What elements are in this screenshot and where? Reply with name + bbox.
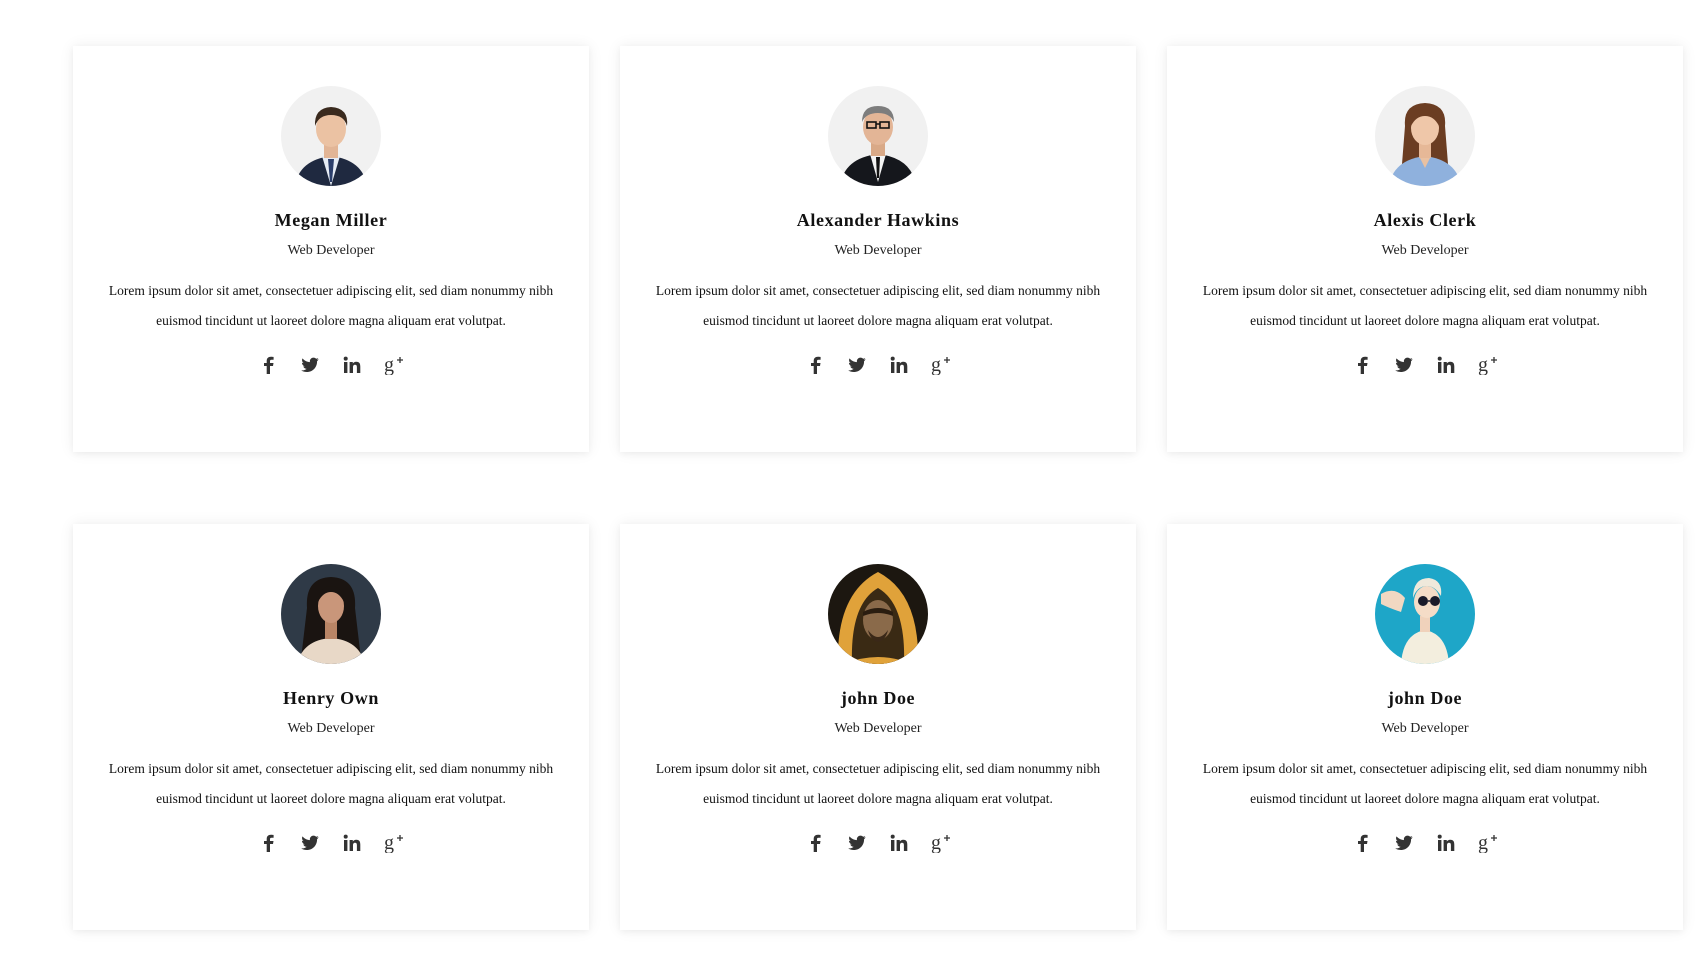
facebook-icon[interactable] — [803, 353, 827, 377]
social-links: g — [256, 831, 406, 855]
avatar — [828, 86, 928, 186]
member-bio: Lorem ipsum dolor sit amet, consectetuer… — [1202, 761, 1648, 806]
team-card: Alexander Hawkins Web Developer Lorem ip… — [620, 46, 1136, 452]
member-name: john Doe — [1387, 688, 1463, 708]
twitter-icon[interactable] — [298, 831, 322, 855]
svg-text:g: g — [1478, 833, 1488, 853]
team-grid: Megan Miller Web Developer Lorem ipsum d… — [73, 46, 1683, 930]
google-plus-icon[interactable]: g — [929, 831, 953, 855]
twitter-icon[interactable] — [298, 353, 322, 377]
google-plus-icon[interactable]: g — [382, 353, 406, 377]
google-plus-icon[interactable]: g — [929, 353, 953, 377]
linkedin-icon[interactable] — [1434, 831, 1458, 855]
svg-text:g: g — [931, 355, 941, 375]
member-role: Web Developer — [1381, 721, 1469, 736]
social-links: g — [803, 353, 953, 377]
member-role: Web Developer — [834, 721, 922, 736]
facebook-icon[interactable] — [1350, 353, 1374, 377]
avatar — [1375, 86, 1475, 186]
team-card: Alexis Clerk Web Developer Lorem ipsum d… — [1167, 46, 1683, 452]
social-links: g — [256, 353, 406, 377]
member-bio: Lorem ipsum dolor sit amet, consectetuer… — [108, 761, 554, 806]
twitter-icon[interactable] — [1392, 831, 1416, 855]
twitter-icon[interactable] — [1392, 353, 1416, 377]
member-role: Web Developer — [287, 243, 375, 258]
member-name: Megan Miller — [274, 210, 388, 230]
svg-text:g: g — [384, 833, 394, 853]
facebook-icon[interactable] — [1350, 831, 1374, 855]
google-plus-icon[interactable]: g — [1476, 353, 1500, 377]
team-card: john Doe Web Developer Lorem ipsum dolor… — [1167, 524, 1683, 930]
svg-text:g: g — [1478, 355, 1488, 375]
member-bio: Lorem ipsum dolor sit amet, consectetuer… — [655, 761, 1101, 806]
member-bio: Lorem ipsum dolor sit amet, consectetuer… — [655, 283, 1101, 328]
avatar — [281, 564, 381, 664]
facebook-icon[interactable] — [256, 831, 280, 855]
member-bio: Lorem ipsum dolor sit amet, consectetuer… — [108, 283, 554, 328]
avatar — [828, 564, 928, 664]
twitter-icon[interactable] — [845, 353, 869, 377]
svg-text:g: g — [931, 833, 941, 853]
member-name: john Doe — [840, 688, 916, 708]
social-links: g — [803, 831, 953, 855]
member-bio: Lorem ipsum dolor sit amet, consectetuer… — [1202, 283, 1648, 328]
linkedin-icon[interactable] — [887, 353, 911, 377]
member-role: Web Developer — [1381, 243, 1469, 258]
facebook-icon[interactable] — [256, 353, 280, 377]
member-role: Web Developer — [287, 721, 375, 736]
svg-text:g: g — [384, 355, 394, 375]
avatar — [1375, 564, 1475, 664]
avatar — [281, 86, 381, 186]
member-name: Henry Own — [283, 688, 379, 708]
linkedin-icon[interactable] — [1434, 353, 1458, 377]
member-name: Alexander Hawkins — [796, 210, 960, 230]
facebook-icon[interactable] — [803, 831, 827, 855]
social-links: g — [1350, 831, 1500, 855]
member-name: Alexis Clerk — [1373, 210, 1477, 230]
member-role: Web Developer — [834, 243, 922, 258]
linkedin-icon[interactable] — [340, 831, 364, 855]
google-plus-icon[interactable]: g — [1476, 831, 1500, 855]
team-card: john Doe Web Developer Lorem ipsum dolor… — [620, 524, 1136, 930]
team-card: Megan Miller Web Developer Lorem ipsum d… — [73, 46, 589, 452]
linkedin-icon[interactable] — [340, 353, 364, 377]
social-links: g — [1350, 353, 1500, 377]
twitter-icon[interactable] — [845, 831, 869, 855]
team-card: Henry Own Web Developer Lorem ipsum dolo… — [73, 524, 589, 930]
google-plus-icon[interactable]: g — [382, 831, 406, 855]
linkedin-icon[interactable] — [887, 831, 911, 855]
